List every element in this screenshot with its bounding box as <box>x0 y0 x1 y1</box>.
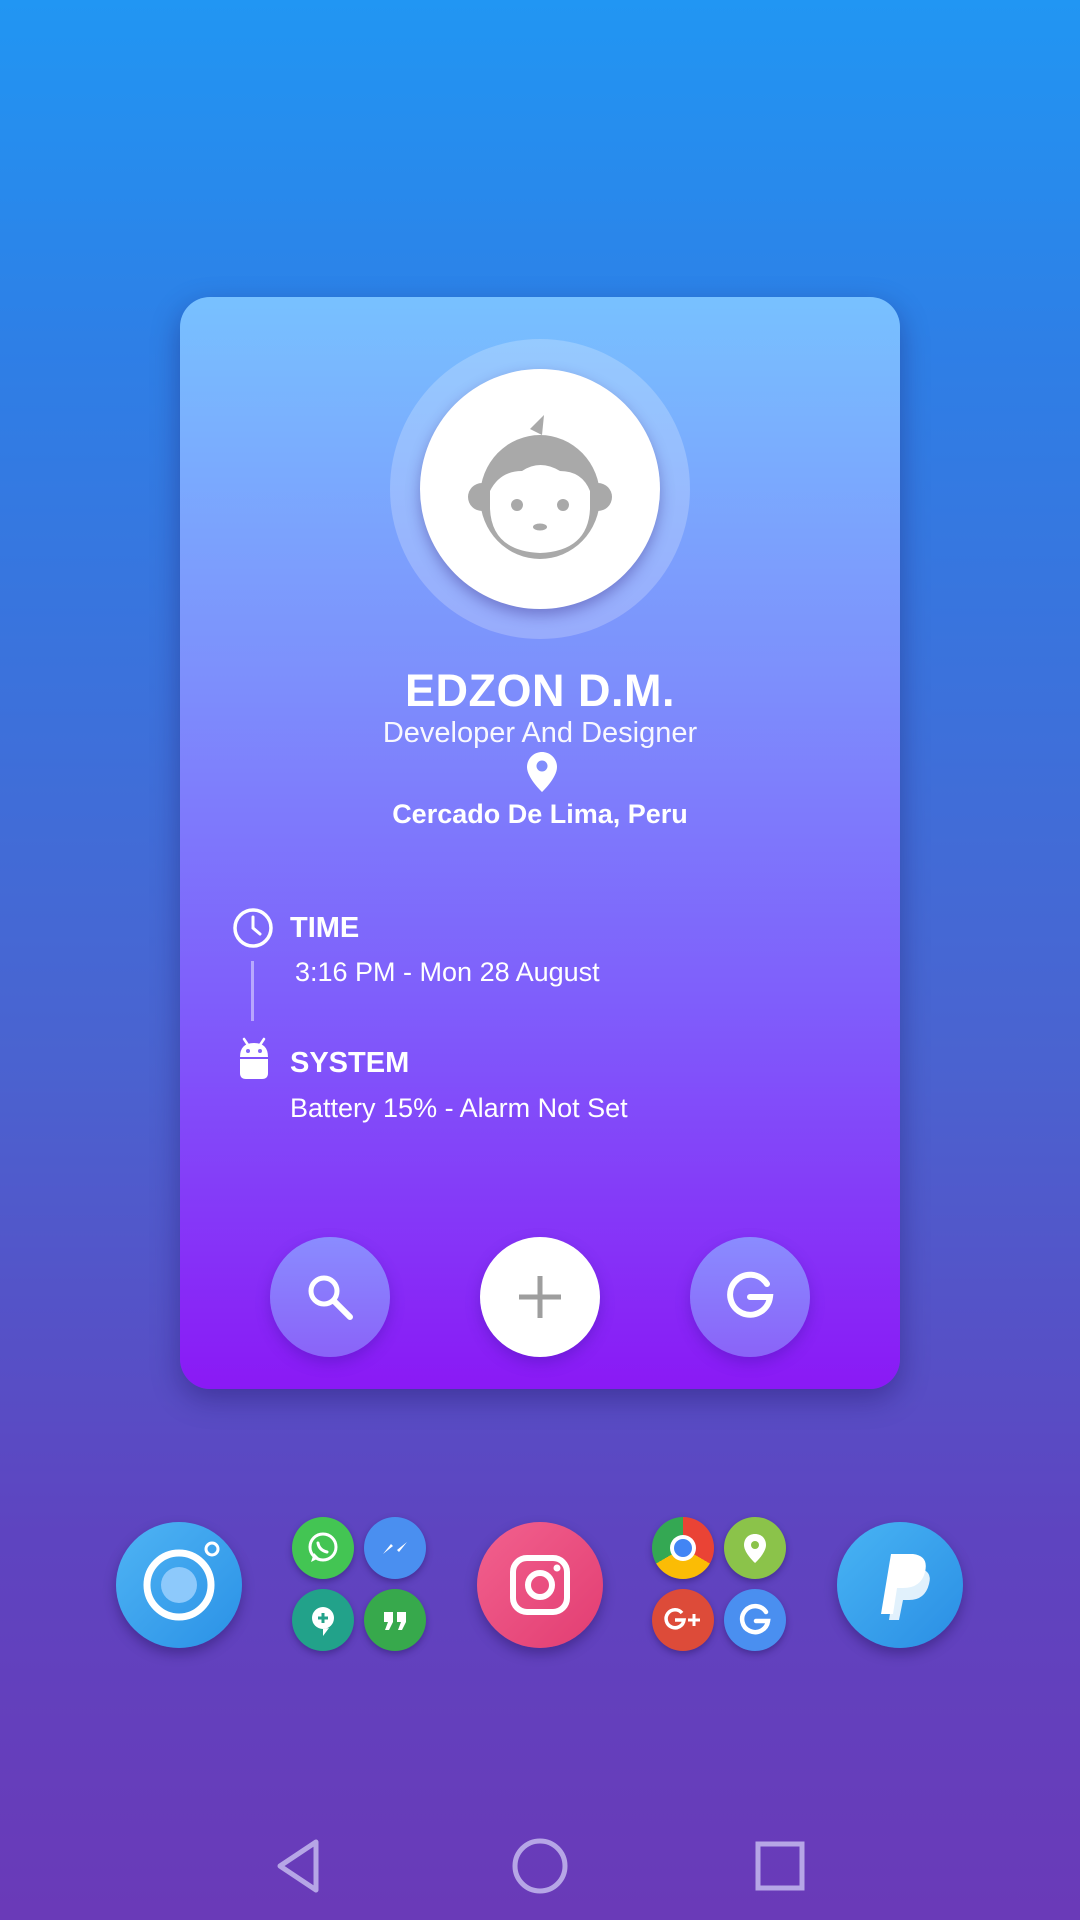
system-value: Battery 15% - Alarm Not Set <box>290 1093 628 1123</box>
hangouts-icon <box>364 1589 426 1651</box>
time-value: 3:16 PM - Mon 28 August <box>295 957 600 987</box>
search-icon <box>308 1275 353 1320</box>
home-icon[interactable] <box>510 1836 570 1896</box>
back-icon[interactable] <box>270 1836 330 1896</box>
profile-card: EDZON D.M. Developer And Designer Cercad… <box>180 297 900 1389</box>
google-allo-icon <box>292 1589 354 1651</box>
avatar-ring <box>390 339 690 639</box>
timeline-divider <box>251 961 254 1021</box>
google-app-icon <box>724 1589 786 1651</box>
chrome-icon <box>652 1517 714 1579</box>
google-plus-icon <box>652 1589 714 1651</box>
paypal-icon <box>881 1554 930 1620</box>
system-title: SYSTEM <box>290 1047 410 1079</box>
messaging-folder[interactable] <box>290 1515 430 1655</box>
maps-icon <box>724 1517 786 1579</box>
android-icon <box>240 1037 268 1079</box>
time-title: TIME <box>290 912 360 944</box>
boy-face-icon <box>468 415 612 559</box>
profile-role: Developer And Designer <box>382 717 698 749</box>
google-folder[interactable] <box>650 1515 790 1655</box>
location-pin-icon <box>527 752 557 792</box>
camera-app-icon[interactable] <box>116 1522 242 1648</box>
add-button[interactable] <box>480 1237 600 1357</box>
google-icon <box>727 1271 774 1318</box>
profile-name: EDZON D.M. <box>405 665 675 716</box>
whatsapp-icon <box>292 1517 354 1579</box>
paypal-app-icon[interactable] <box>837 1522 963 1648</box>
avatar[interactable] <box>420 369 660 609</box>
google-button[interactable] <box>690 1237 810 1357</box>
messenger-icon <box>364 1517 426 1579</box>
instagram-app-icon[interactable] <box>477 1522 603 1648</box>
camera-lens-icon <box>143 1541 220 1621</box>
instagram-icon <box>510 1555 570 1615</box>
recents-icon[interactable] <box>750 1836 810 1896</box>
clock-icon <box>233 908 273 948</box>
profile-location: Cercado De Lima, Peru <box>392 799 688 829</box>
add-icon <box>519 1276 561 1318</box>
search-button[interactable] <box>270 1237 390 1357</box>
